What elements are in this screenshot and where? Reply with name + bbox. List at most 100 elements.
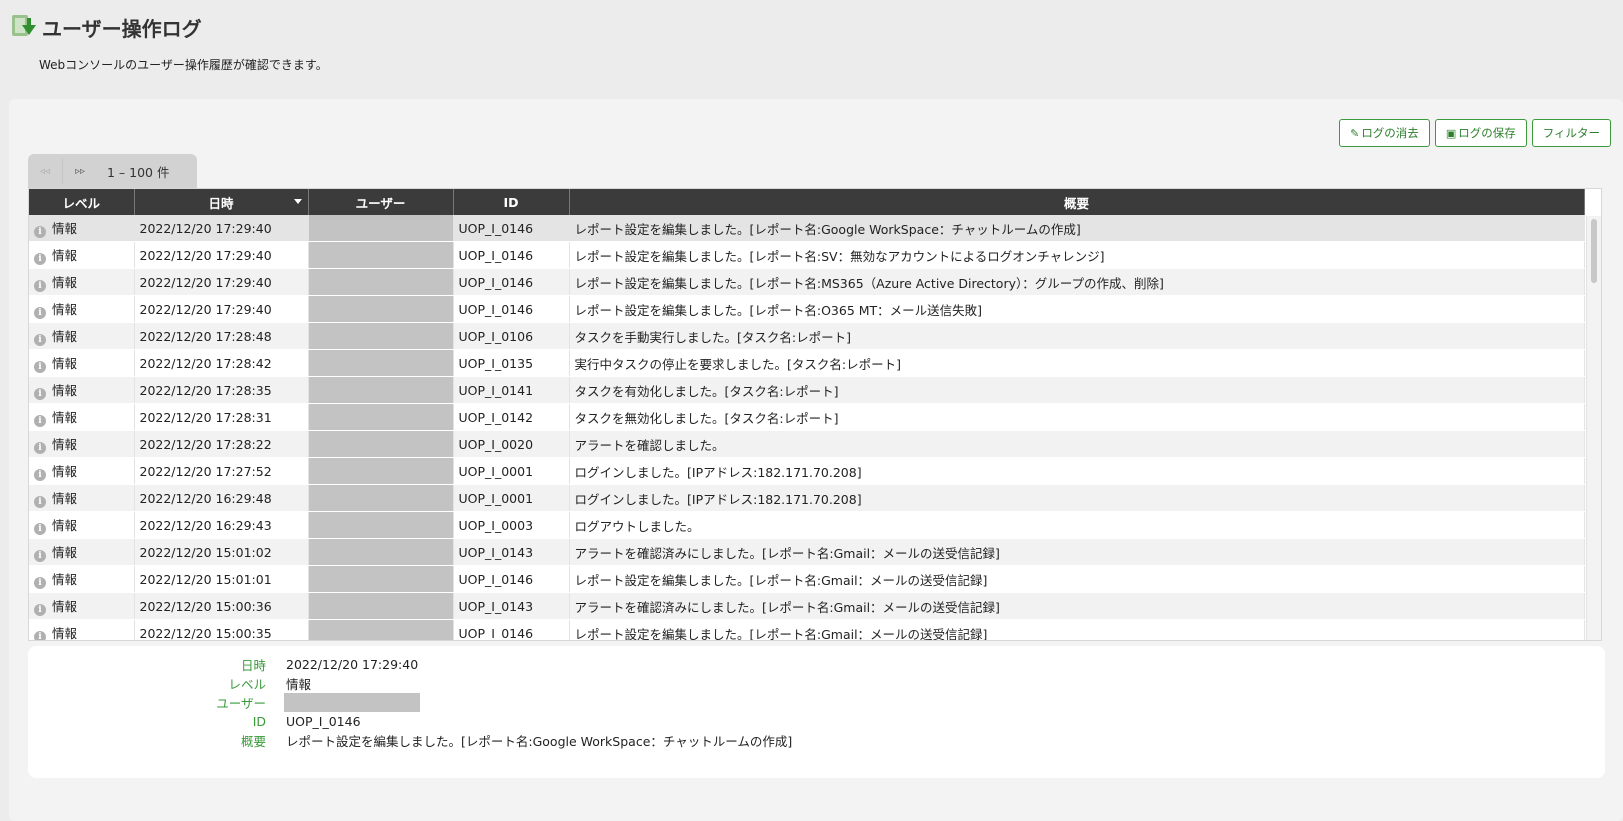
cell-datetime: 2022/12/20 17:28:35 xyxy=(134,376,309,404)
column-header-level[interactable]: レベル xyxy=(29,189,135,215)
table-row[interactable]: i 情報 2022/12/20 17:28:42 UOP_I_0135 実行中タスクの停… xyxy=(29,349,1585,377)
detail-row-datetime: 日時 2022/12/20 17:29:40 xyxy=(28,655,418,674)
table-row[interactable]: i 情報 2022/12/20 17:29:40 UOP_I_0146 レポート設定を編… xyxy=(29,241,1585,269)
info-icon: i xyxy=(34,469,46,481)
cell-user-redacted xyxy=(308,322,454,350)
cell-user-redacted xyxy=(308,538,454,566)
info-icon: i xyxy=(34,307,46,319)
cell-user-redacted xyxy=(308,295,454,323)
table-row[interactable]: i 情報 2022/12/20 17:29:40 UOP_I_0146 レポート設定を編… xyxy=(29,215,1585,242)
cell-id: UOP_I_0135 xyxy=(453,349,570,377)
cell-user-redacted xyxy=(308,403,454,431)
cell-level: i 情報 xyxy=(29,215,135,242)
table-row[interactable]: i 情報 2022/12/20 17:28:48 UOP_I_0106 タスクを手動実行… xyxy=(29,322,1585,350)
table-row[interactable]: i 情報 2022/12/20 17:29:40 UOP_I_0146 レポート設定を編… xyxy=(29,268,1585,296)
table-row[interactable]: i 情報 2022/12/20 17:28:31 UOP_I_0142 タスクを無効化し… xyxy=(29,403,1585,431)
cell-level: i 情報 xyxy=(29,376,135,404)
cell-user-redacted xyxy=(308,619,454,640)
table-row[interactable]: i 情報 2022/12/20 17:27:52 UOP_I_0001 ログインしました… xyxy=(29,457,1585,485)
cell-user-redacted xyxy=(308,484,454,512)
table-row[interactable]: i 情報 2022/12/20 15:00:35 UOP_I_0146 レポート設定を編… xyxy=(29,619,1585,640)
cell-level-text: 情報 xyxy=(52,599,78,614)
cell-id: UOP_I_0143 xyxy=(453,538,570,566)
cell-id: UOP_I_0142 xyxy=(453,403,570,431)
cell-id: UOP_I_0003 xyxy=(453,511,570,539)
cell-datetime: 2022/12/20 17:29:40 xyxy=(134,295,309,323)
column-header-id[interactable]: ID xyxy=(453,189,570,215)
info-icon: i xyxy=(34,442,46,454)
cell-summary: レポート設定を編集しました。[レポート名:Google WorkSpace：チャ… xyxy=(569,215,1585,242)
table-row[interactable]: i 情報 2022/12/20 17:29:40 UOP_I_0146 レポート設定を編… xyxy=(29,295,1585,323)
column-header-datetime[interactable]: 日時 xyxy=(134,189,309,215)
table-row[interactable]: i 情報 2022/12/20 17:28:22 UOP_I_0020 アラートを確認し… xyxy=(29,430,1585,458)
cell-level: i 情報 xyxy=(29,403,135,431)
cell-id: UOP_I_0143 xyxy=(453,592,570,620)
cell-level-text: 情報 xyxy=(52,572,78,587)
column-header-summary[interactable]: 概要 xyxy=(569,189,1585,215)
info-icon: i xyxy=(34,361,46,373)
detail-value-id: UOP_I_0146 xyxy=(286,714,361,729)
cell-summary: レポート設定を編集しました。[レポート名:MS365（Azure Active … xyxy=(569,268,1585,296)
table-scrollbar[interactable] xyxy=(1586,216,1601,640)
cell-datetime: 2022/12/20 15:01:01 xyxy=(134,565,309,593)
next-page-button[interactable]: ▹▹ xyxy=(62,158,97,184)
cell-level-text: 情報 xyxy=(52,383,78,398)
table-row[interactable]: i 情報 2022/12/20 15:01:01 UOP_I_0146 レポート設定を編… xyxy=(29,565,1585,593)
table-header-row: レベル 日時 ユーザー ID 概要 xyxy=(29,189,1585,215)
cell-datetime: 2022/12/20 17:28:42 xyxy=(134,349,309,377)
cell-level-text: 情報 xyxy=(52,275,78,290)
scrollbar-thumb[interactable] xyxy=(1591,219,1597,283)
info-icon: i xyxy=(34,604,46,616)
cell-user-redacted xyxy=(308,215,454,242)
clear-log-button[interactable]: ✎ ログの消去 xyxy=(1339,119,1430,147)
detail-row-summary: 概要 レポート設定を編集しました。[レポート名:Google WorkSpace… xyxy=(28,731,792,750)
sort-desc-icon xyxy=(293,199,302,204)
info-icon: i xyxy=(34,577,46,589)
cell-summary: ログインしました。[IPアドレス:182.171.70.208] xyxy=(569,484,1585,512)
cell-id: UOP_I_0141 xyxy=(453,376,570,404)
cell-level-text: 情報 xyxy=(52,356,78,371)
cell-level-text: 情報 xyxy=(52,464,78,479)
floppy-disk-icon: ▣ xyxy=(1445,126,1457,140)
cell-summary: ログアウトしました。 xyxy=(569,511,1585,539)
cell-id: UOP_I_0146 xyxy=(453,215,570,242)
cell-id: UOP_I_0146 xyxy=(453,565,570,593)
cell-datetime: 2022/12/20 17:29:40 xyxy=(134,241,309,269)
detail-label-datetime: 日時 xyxy=(240,658,266,673)
cell-id: UOP_I_0106 xyxy=(453,322,570,350)
cell-level: i 情報 xyxy=(29,619,135,640)
cell-user-redacted xyxy=(308,376,454,404)
column-header-datetime-label: 日時 xyxy=(208,195,234,211)
cell-level-text: 情報 xyxy=(52,221,78,236)
detail-label-user: ユーザー xyxy=(216,696,266,711)
table-row[interactable]: i 情報 2022/12/20 15:01:02 UOP_I_0143 アラートを確認済… xyxy=(29,538,1585,566)
cell-summary: アラートを確認済みにしました。[レポート名:Gmail：メールの送受信記録] xyxy=(569,592,1585,620)
cell-user-redacted xyxy=(308,511,454,539)
info-icon: i xyxy=(34,334,46,346)
column-header-user[interactable]: ユーザー xyxy=(308,189,454,215)
cell-datetime: 2022/12/20 17:29:40 xyxy=(134,268,309,296)
cell-id: UOP_I_0146 xyxy=(453,241,570,269)
table-row[interactable]: i 情報 2022/12/20 17:28:35 UOP_I_0141 タスクを有効化し… xyxy=(29,376,1585,404)
cell-user-redacted xyxy=(308,430,454,458)
table-row[interactable]: i 情報 2022/12/20 16:29:43 UOP_I_0003 ログアウトしまし… xyxy=(29,511,1585,539)
info-icon: i xyxy=(34,496,46,508)
cell-summary: アラートを確認済みにしました。[レポート名:Gmail：メールの送受信記録] xyxy=(569,538,1585,566)
cell-datetime: 2022/12/20 16:29:43 xyxy=(134,511,309,539)
info-icon: i xyxy=(34,523,46,535)
table-row[interactable]: i 情報 2022/12/20 15:00:36 UOP_I_0143 アラートを確認済… xyxy=(29,592,1585,620)
cell-level: i 情報 xyxy=(29,322,135,350)
filter-button[interactable]: フィルター xyxy=(1531,119,1611,147)
info-icon: i xyxy=(34,253,46,265)
cell-level-text: 情報 xyxy=(52,329,78,344)
cell-summary: レポート設定を編集しました。[レポート名:Gmail：メールの送受信記録] xyxy=(569,565,1585,593)
first-page-button[interactable]: ◃◃ xyxy=(28,158,62,184)
table-row[interactable]: i 情報 2022/12/20 16:29:48 UOP_I_0001 ログインしました… xyxy=(29,484,1585,512)
page-title: ユーザー操作ログ xyxy=(42,16,202,41)
save-log-label: ログの保存 xyxy=(1458,126,1516,140)
pager: ◃◃ ▹▹ 1 – 100 件 xyxy=(28,154,197,188)
cell-summary: タスクを手動実行しました。[タスク名:レポート] xyxy=(569,322,1585,350)
cell-user-redacted xyxy=(308,268,454,296)
save-log-button[interactable]: ▣ ログの保存 xyxy=(1434,119,1527,147)
info-icon: i xyxy=(34,631,46,640)
